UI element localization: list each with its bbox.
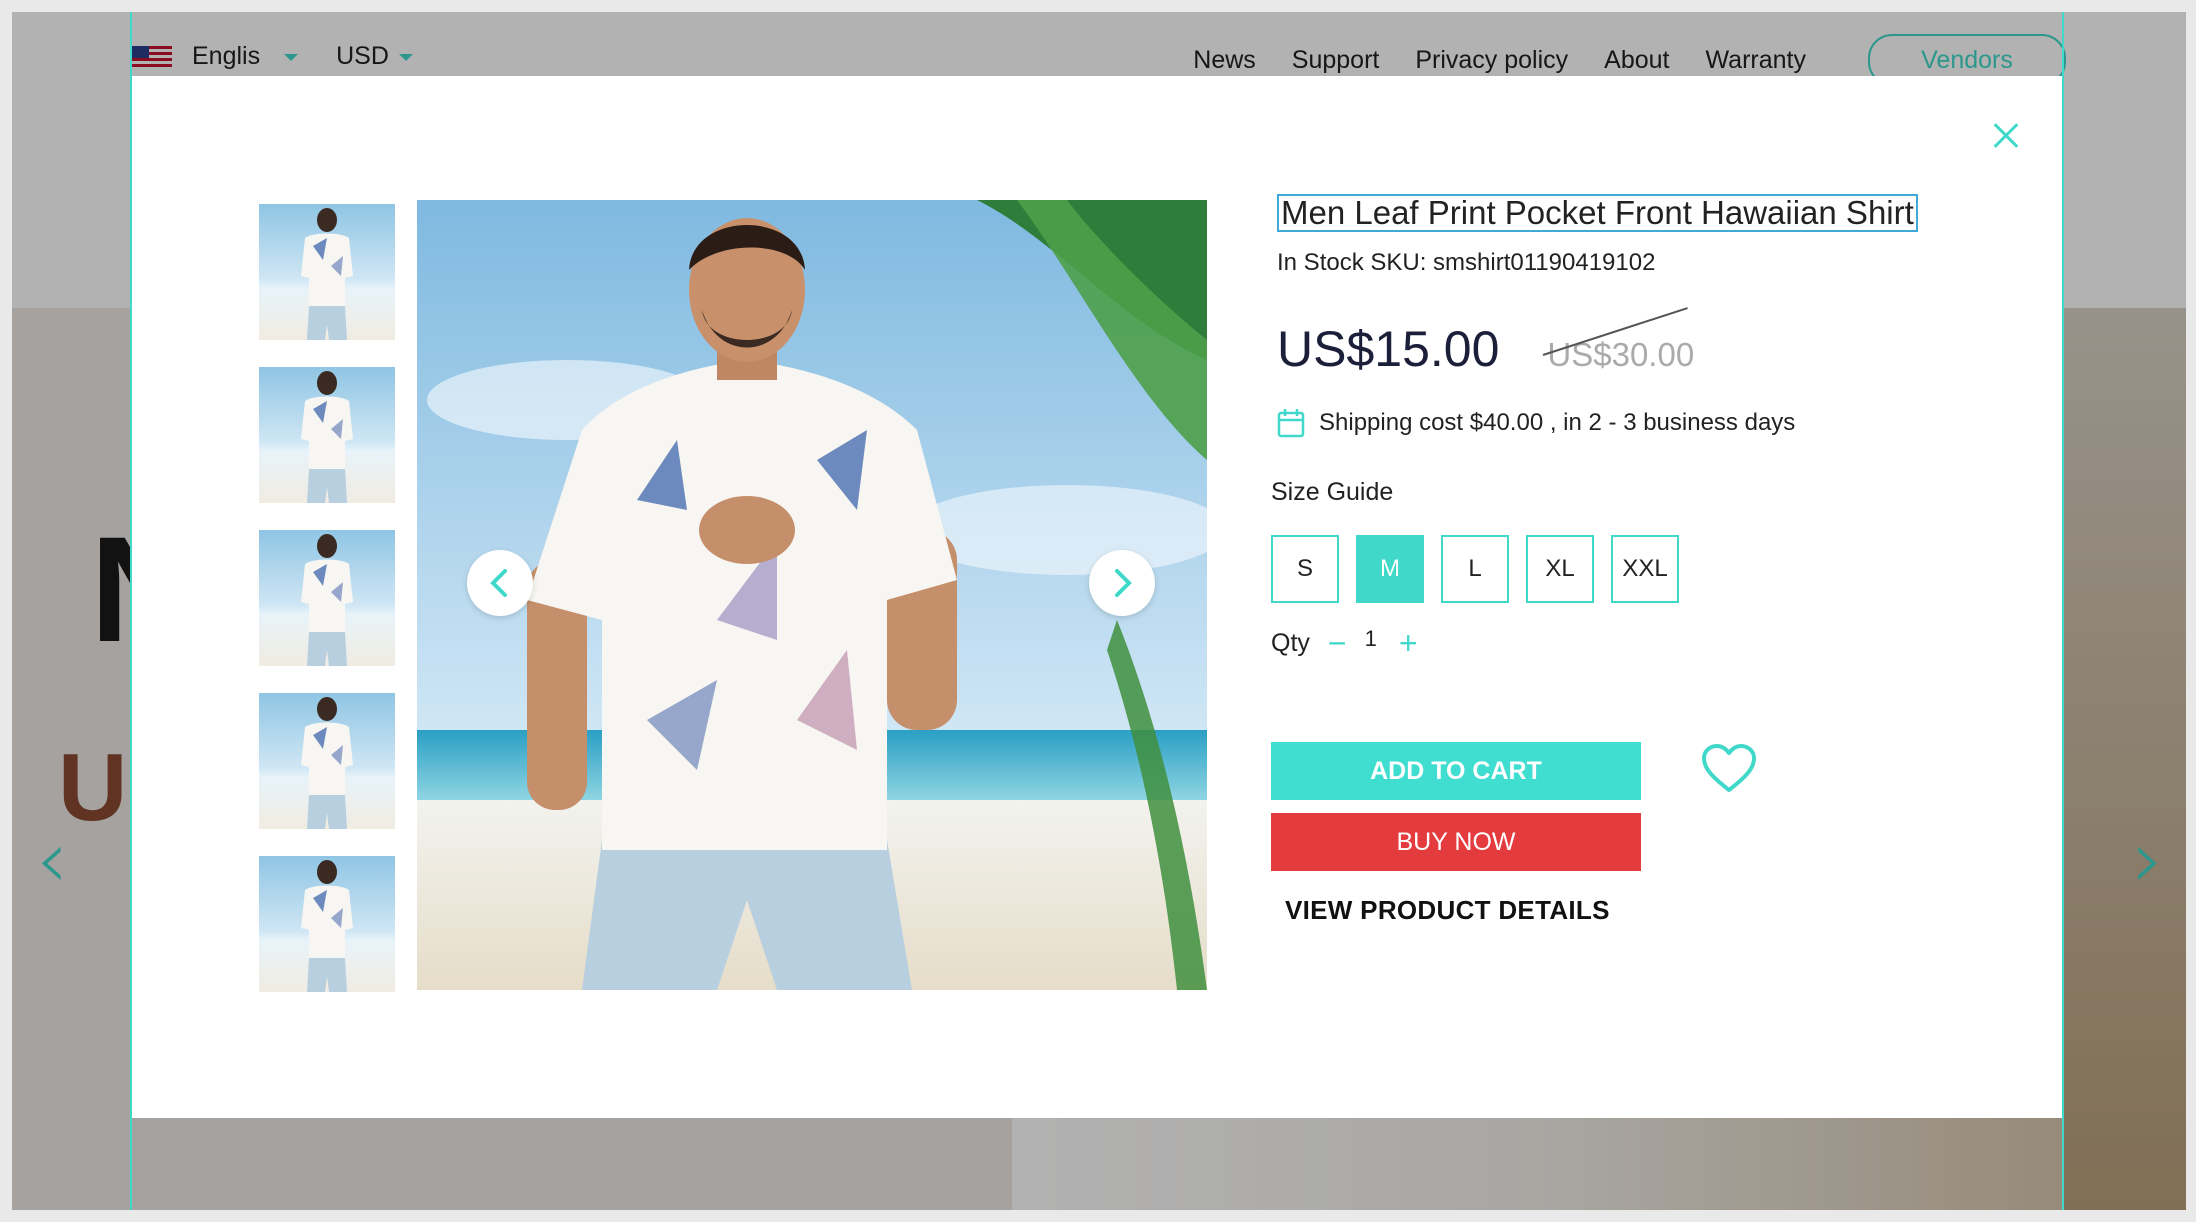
product-main-image[interactable] (417, 200, 1207, 990)
thumbnail-5[interactable] (259, 856, 395, 992)
thumbnail-2[interactable] (259, 367, 395, 503)
size-guide-link[interactable]: Size Guide (1271, 478, 1977, 507)
product-title: Men Leaf Print Pocket Front Hawaiian Shi… (1277, 194, 1918, 232)
product-photo (417, 200, 1207, 990)
thumbnail-list (259, 204, 395, 1019)
quantity-stepper: Qty − 1 + (1271, 625, 1977, 662)
close-icon[interactable] (1988, 116, 2028, 156)
view-product-details-link[interactable]: VIEW PRODUCT DETAILS (1285, 895, 1977, 926)
purchase-actions: ADD TO CART BUY NOW VIEW PRODUCT DETAILS (1271, 742, 1977, 926)
qty-value[interactable]: 1 (1365, 626, 1377, 652)
size-option-xxl[interactable]: XXL (1611, 535, 1679, 603)
heart-icon[interactable] (1701, 744, 1757, 794)
thumbnail-photo (301, 697, 353, 829)
size-option-l[interactable]: L (1441, 535, 1509, 603)
chevron-right-icon (1115, 569, 1132, 597)
current-price: US$15.00 (1277, 321, 1500, 377)
stock-sku: In Stock SKU: smshirt01190419102 (1277, 249, 1656, 276)
shipping-info: Shipping cost $40.00 , in 2 - 3 business… (1277, 408, 1977, 438)
thumbnail-4[interactable] (259, 693, 395, 829)
guide-line-right (2062, 12, 2064, 1210)
qty-decrease-button[interactable]: − (1328, 625, 1347, 662)
original-price: US$30.00 (1547, 336, 1695, 373)
size-options: S M L XL XXL (1271, 535, 1977, 603)
qty-increase-button[interactable]: + (1399, 625, 1418, 662)
price-row: US$15.00 US$30.00 (1277, 320, 1977, 378)
product-info: Men Leaf Print Pocket Front Hawaiian Shi… (1271, 194, 1977, 926)
qty-label: Qty (1271, 629, 1310, 657)
add-to-cart-button[interactable]: ADD TO CART (1271, 742, 1641, 800)
size-option-xl[interactable]: XL (1526, 535, 1594, 603)
size-option-s[interactable]: S (1271, 535, 1339, 603)
chevron-left-icon (490, 569, 507, 597)
image-next-button[interactable] (1089, 550, 1155, 616)
thumbnail-photo (301, 208, 353, 340)
thumbnail-photo (301, 371, 353, 503)
image-prev-button[interactable] (467, 550, 533, 616)
quick-view-modal: Men Leaf Print Pocket Front Hawaiian Shi… (132, 76, 2062, 1118)
shipping-text: Shipping cost $40.00 , in 2 - 3 business… (1319, 409, 1796, 436)
size-option-m[interactable]: M (1356, 535, 1424, 603)
buy-now-button[interactable]: BUY NOW (1271, 813, 1641, 871)
thumbnail-photo (301, 860, 353, 992)
thumbnail-3[interactable] (259, 530, 395, 666)
calendar-icon (1277, 409, 1305, 438)
thumbnail-1[interactable] (259, 204, 395, 340)
thumbnail-photo (301, 534, 353, 666)
